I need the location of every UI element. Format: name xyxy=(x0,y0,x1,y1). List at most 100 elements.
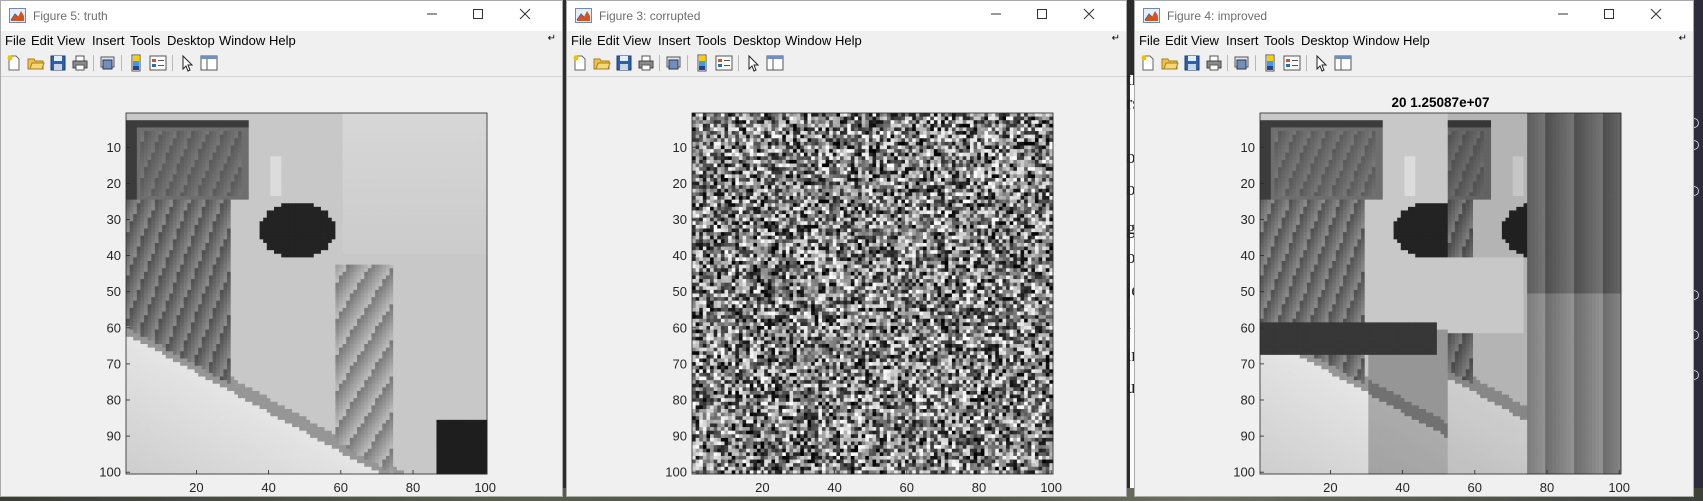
print-icon[interactable] xyxy=(637,54,655,72)
new-figure-icon[interactable] xyxy=(571,54,589,72)
toolbar-separator xyxy=(687,55,688,71)
x-tick-label: 100 xyxy=(474,480,496,495)
image-axes[interactable]: 20 1.25087e+07 20 40 60 80 100 10 20 30 40 50 60 70 8… xyxy=(1135,77,1694,497)
menu-tools[interactable]: Tools xyxy=(130,33,160,48)
dock-arrow-icon[interactable]: ↵ xyxy=(1679,33,1687,44)
save-icon[interactable] xyxy=(1183,54,1201,72)
menu-insert[interactable]: Insert xyxy=(658,33,691,48)
y-tick-label: 20 xyxy=(107,176,121,191)
save-icon[interactable] xyxy=(615,54,633,72)
save-icon[interactable] xyxy=(49,54,67,72)
menu-view[interactable]: View xyxy=(1191,33,1219,48)
dock-arrow-icon[interactable]: ↵ xyxy=(548,33,556,44)
toolbar-separator xyxy=(1306,55,1307,71)
maximize-button[interactable] xyxy=(1019,1,1065,31)
menu-help[interactable]: Help xyxy=(835,33,862,48)
dock-arrow-icon[interactable]: ↵ xyxy=(1112,33,1120,44)
open-file-icon[interactable] xyxy=(27,54,45,72)
menu-view[interactable]: View xyxy=(57,33,85,48)
legend-icon[interactable] xyxy=(149,54,167,72)
y-tick-label: 30 xyxy=(107,212,121,227)
open-file-icon[interactable] xyxy=(593,54,611,72)
y-tick-label: 60 xyxy=(1241,320,1255,335)
edit-plot-icon[interactable] xyxy=(1312,54,1330,72)
menu-help[interactable]: Help xyxy=(1403,33,1430,48)
close-icon xyxy=(1650,8,1662,20)
x-tick-label: 80 xyxy=(406,480,420,495)
toolbar-separator xyxy=(738,55,739,71)
close-button[interactable] xyxy=(1066,1,1112,31)
y-tick-label: 80 xyxy=(107,392,121,407)
x-tick-label: 40 xyxy=(1395,480,1409,495)
matlab-logo-icon xyxy=(9,8,26,23)
colorbar-icon[interactable] xyxy=(693,54,711,72)
menu-edit[interactable]: Edit xyxy=(31,33,53,48)
image-axes[interactable]: 20 40 60 80 100 10 20 30 40 50 60 70 80 90 100 xyxy=(567,77,1127,497)
property-inspector-icon[interactable] xyxy=(200,54,218,72)
link-plot-icon[interactable] xyxy=(665,54,683,72)
menu-insert[interactable]: Insert xyxy=(92,33,125,48)
x-tick-label: 20 xyxy=(755,480,769,495)
image-axes[interactable]: 20 40 60 80 100 10 20 30 40 50 60 70 80 90 100 xyxy=(1,77,563,497)
print-icon[interactable] xyxy=(1205,54,1223,72)
figure-window-improved[interactable]: Figure 4: improved File Edit View Insert… xyxy=(1134,0,1694,497)
menu-view[interactable]: View xyxy=(623,33,651,48)
x-tick-label: 100 xyxy=(1608,480,1630,495)
menu-window[interactable]: Window xyxy=(1353,33,1399,48)
x-tick-label: 100 xyxy=(1040,480,1062,495)
menu-tools[interactable]: Tools xyxy=(696,33,726,48)
x-tick-label: 40 xyxy=(827,480,841,495)
figure-window-truth[interactable]: Figure 5: truth File Edit View Insert To… xyxy=(0,0,563,497)
new-figure-icon[interactable] xyxy=(5,54,23,72)
print-icon[interactable] xyxy=(71,54,89,72)
property-inspector-icon[interactable] xyxy=(1334,54,1352,72)
x-tick-label: 20 xyxy=(1323,480,1337,495)
menu-file[interactable]: File xyxy=(5,33,26,48)
close-button[interactable] xyxy=(502,1,548,31)
menu-edit[interactable]: Edit xyxy=(1165,33,1187,48)
window-title: Figure 4: improved xyxy=(1167,9,1267,23)
window-titlebar[interactable]: Figure 4: improved xyxy=(1135,1,1693,31)
edit-plot-icon[interactable] xyxy=(178,54,196,72)
edit-plot-icon[interactable] xyxy=(744,54,762,72)
close-button[interactable] xyxy=(1633,1,1679,31)
minimize-icon xyxy=(1558,13,1568,15)
minimize-button[interactable] xyxy=(1540,1,1586,31)
legend-icon[interactable] xyxy=(1283,54,1301,72)
menu-file[interactable]: File xyxy=(571,33,592,48)
open-file-icon[interactable] xyxy=(1161,54,1179,72)
menu-desktop[interactable]: Desktop xyxy=(167,33,215,48)
menu-desktop[interactable]: Desktop xyxy=(1301,33,1349,48)
y-tick-label: 50 xyxy=(673,284,687,299)
menu-tools[interactable]: Tools xyxy=(1264,33,1294,48)
menu-insert[interactable]: Insert xyxy=(1226,33,1259,48)
link-plot-icon[interactable] xyxy=(1233,54,1251,72)
minimize-icon xyxy=(427,13,437,15)
colorbar-icon[interactable] xyxy=(127,54,145,72)
new-figure-icon[interactable] xyxy=(1139,54,1157,72)
maximize-button[interactable] xyxy=(1586,1,1632,31)
maximize-button[interactable] xyxy=(455,1,501,31)
menu-edit[interactable]: Edit xyxy=(597,33,619,48)
legend-icon[interactable] xyxy=(715,54,733,72)
window-titlebar[interactable]: Figure 5: truth xyxy=(1,1,562,31)
menu-window[interactable]: Window xyxy=(785,33,831,48)
menu-help[interactable]: Help xyxy=(269,33,296,48)
menu-window[interactable]: Window xyxy=(219,33,265,48)
menu-desktop[interactable]: Desktop xyxy=(733,33,781,48)
minimize-icon xyxy=(991,13,1001,15)
property-inspector-icon[interactable] xyxy=(766,54,784,72)
window-title: Figure 5: truth xyxy=(33,9,108,23)
minimize-button[interactable] xyxy=(973,1,1019,31)
link-plot-icon[interactable] xyxy=(99,54,117,72)
figure-toolbar xyxy=(1135,51,1693,77)
menu-file[interactable]: File xyxy=(1139,33,1160,48)
figure-window-corrupted[interactable]: Figure 3: corrupted File Edit View Inser… xyxy=(566,0,1127,497)
colorbar-icon[interactable] xyxy=(1261,54,1279,72)
y-tick-label: 30 xyxy=(673,212,687,227)
minimize-button[interactable] xyxy=(409,1,455,31)
x-tick-label: 20 xyxy=(189,480,203,495)
window-titlebar[interactable]: Figure 3: corrupted xyxy=(567,1,1126,31)
toolbar-separator xyxy=(93,55,94,71)
maximize-icon xyxy=(1037,9,1047,19)
